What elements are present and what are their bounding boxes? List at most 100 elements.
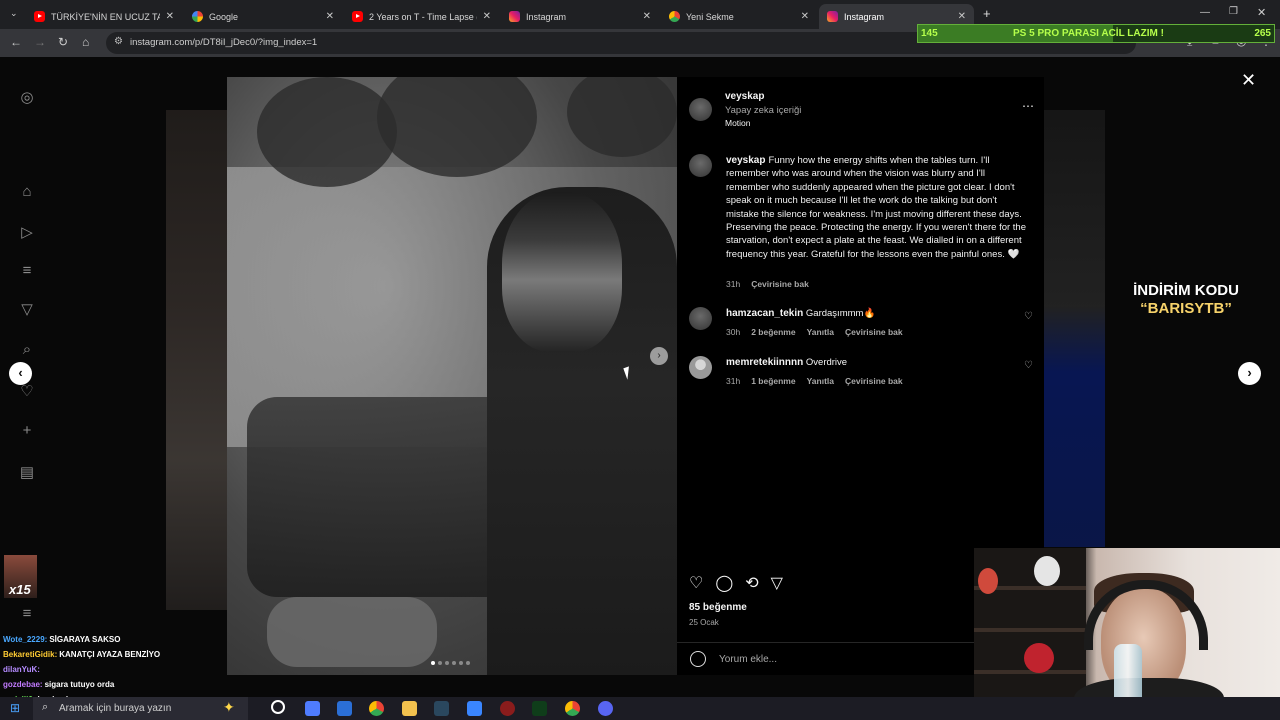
search-icon[interactable]: ⌕ xyxy=(17,341,37,361)
next-post-arrow[interactable]: › xyxy=(1238,362,1261,385)
more-hamburger-icon[interactable]: ≡ xyxy=(17,605,37,625)
create-plus-icon[interactable]: + xyxy=(17,422,37,442)
more-options-icon[interactable]: ⋯ xyxy=(1022,99,1034,113)
close-tab-icon[interactable]: ✕ xyxy=(801,11,809,22)
caption-emoji: 🤍 xyxy=(1007,248,1020,260)
previous-post-arrow[interactable]: ‹ xyxy=(9,362,32,385)
author-avatar[interactable] xyxy=(689,98,712,121)
comment-time: 31h xyxy=(726,376,741,386)
feed-filter-icon[interactable]: ≡ xyxy=(17,262,37,282)
comment-reply-link[interactable]: Yanıtla xyxy=(807,327,834,337)
comment-username[interactable]: memretekiinnnn xyxy=(726,357,803,368)
home-icon[interactable]: ⌂ xyxy=(17,183,37,203)
like-count[interactable]: 85 beğenme xyxy=(689,602,747,613)
taskbar-app-icon[interactable] xyxy=(532,701,547,716)
chrome-icon[interactable] xyxy=(565,701,580,716)
chrome-icon xyxy=(669,11,680,22)
post-actions: ♡ ◯ ⟲ ▽ xyxy=(689,573,783,593)
comment-translate-link[interactable]: Çevirisine bak xyxy=(845,327,903,337)
caption-text: Funny how the energy shifts when the tab… xyxy=(726,155,1027,260)
insights-icon[interactable]: ▤ xyxy=(17,463,37,483)
comment-time: 30h xyxy=(726,327,741,337)
back-arrow-icon[interactable]: ← xyxy=(10,35,22,49)
repost-icon[interactable]: ⟲ xyxy=(745,573,758,593)
comment-avatar-default[interactable] xyxy=(689,356,712,379)
comment-translate-link[interactable]: Çevirisine bak xyxy=(845,376,903,386)
chat-message: BekaretiGidik: KANATÇI AYAZA BENZİYO xyxy=(3,647,173,662)
image-head xyxy=(502,192,622,352)
streamer-webcam xyxy=(974,548,1280,720)
browser-tab-3[interactable]: Instagram ✕ xyxy=(501,4,659,29)
promo-line-1: İNDİRİM KODU xyxy=(1133,282,1239,299)
comment-reply-link[interactable]: Yanıtla xyxy=(807,376,834,386)
comment-input[interactable]: Yorum ekle... xyxy=(719,654,777,665)
stream-emote: x15 xyxy=(4,555,37,598)
close-tab-icon[interactable]: ✕ xyxy=(326,11,334,22)
home-icon[interactable]: ⌂ xyxy=(82,35,89,49)
chat-username: BekaretiGidik: xyxy=(3,650,58,659)
chat-message: Wote_2229: SİGARAYA SAKSO xyxy=(3,632,173,647)
discord-icon[interactable] xyxy=(598,701,613,716)
search-icon: ⌕ xyxy=(42,701,49,713)
share-send-icon[interactable]: ▽ xyxy=(771,573,783,593)
goal-current: 145 xyxy=(921,28,938,39)
close-tab-icon[interactable]: ✕ xyxy=(958,11,966,22)
audio-label[interactable]: Motion xyxy=(725,118,751,128)
caption-avatar[interactable] xyxy=(689,154,712,177)
taskbar-app-icon[interactable] xyxy=(500,701,515,716)
close-tab-icon[interactable]: ✕ xyxy=(483,11,491,22)
comment-likes[interactable]: 2 beğenme xyxy=(751,327,795,337)
emoji-picker-icon[interactable] xyxy=(690,651,706,667)
file-explorer-icon[interactable] xyxy=(402,701,417,716)
post-image[interactable] xyxy=(227,77,677,675)
carousel-dot xyxy=(452,661,456,665)
browser-tab-4[interactable]: Yeni Sekme ✕ xyxy=(661,4,817,29)
tab-list-chevron-icon[interactable]: ⌄ xyxy=(10,8,18,19)
webcam-toy xyxy=(978,568,998,594)
plant-leaf xyxy=(567,77,677,157)
close-tab-icon[interactable]: ✕ xyxy=(166,11,174,22)
next-image-arrow[interactable]: › xyxy=(650,347,668,365)
instagram-logo-icon[interactable]: ◎ xyxy=(17,88,37,108)
comment-like-heart-icon[interactable]: ♡ xyxy=(1024,311,1033,322)
chat-username: dilanYuK: xyxy=(3,665,40,674)
forward-arrow-icon[interactable]: → xyxy=(34,35,46,49)
notifications-heart-icon[interactable]: ♡ xyxy=(17,382,37,402)
ai-content-label[interactable]: Yapay zeka içeriği xyxy=(725,105,801,116)
taskbar-app-icon[interactable] xyxy=(305,701,320,716)
new-tab-plus-icon[interactable]: + xyxy=(983,6,991,21)
taskbar-search[interactable]: ⌕ Aramak için buraya yazın ✦ xyxy=(33,697,248,720)
browser-tab-2[interactable]: 2 Years on T - Time Lapse (FTM ✕ xyxy=(344,4,499,29)
chat-username: Wote_2229: xyxy=(3,635,48,644)
windows-start-icon[interactable]: ⊞ xyxy=(10,701,20,715)
store-icon[interactable] xyxy=(337,701,352,716)
reload-icon[interactable]: ↻ xyxy=(58,35,68,49)
instagram-icon xyxy=(827,11,838,22)
caption-username[interactable]: veyskap xyxy=(726,155,765,166)
browser-tab-0[interactable]: TÜRKİYE'NİN EN UCUZ TAVUK ✕ xyxy=(26,4,182,29)
close-window-icon[interactable]: ✕ xyxy=(1257,6,1266,19)
comment-avatar[interactable] xyxy=(689,307,712,330)
steam-icon[interactable] xyxy=(434,701,449,716)
taskbar-app-icon[interactable] xyxy=(467,701,482,716)
caption-translate-link[interactable]: Çevirisine bak xyxy=(751,279,809,289)
close-tab-icon[interactable]: ✕ xyxy=(643,11,651,22)
windows-taskbar: ⊞ ⌕ Aramak için buraya yazın ✦ xyxy=(0,697,1280,720)
cortana-circle-icon[interactable] xyxy=(271,700,285,714)
browser-tab-1[interactable]: Google ✕ xyxy=(184,4,342,29)
site-info-icon[interactable]: ⚙ xyxy=(114,36,123,47)
chrome-icon[interactable] xyxy=(369,701,384,716)
comment-bubble-icon[interactable]: ◯ xyxy=(715,573,733,593)
direct-send-icon[interactable]: ▽ xyxy=(17,300,37,320)
minimize-icon[interactable]: — xyxy=(1200,7,1210,18)
stream-chat-overlay: Wote_2229: SİGARAYA SAKSO BekaretiGidik: KA… xyxy=(3,632,173,707)
comment-like-heart-icon[interactable]: ♡ xyxy=(1024,360,1033,371)
close-modal-icon[interactable]: ✕ xyxy=(1241,70,1256,91)
comment-username[interactable]: hamzacan_tekin xyxy=(726,308,803,319)
like-heart-icon[interactable]: ♡ xyxy=(689,573,703,593)
comment-likes[interactable]: 1 beğenme xyxy=(751,376,795,386)
restore-window-icon[interactable]: ❐ xyxy=(1229,6,1238,17)
author-username[interactable]: veyskap xyxy=(725,91,764,102)
youtube-icon xyxy=(352,11,363,22)
reels-icon[interactable]: ▷ xyxy=(17,223,37,243)
